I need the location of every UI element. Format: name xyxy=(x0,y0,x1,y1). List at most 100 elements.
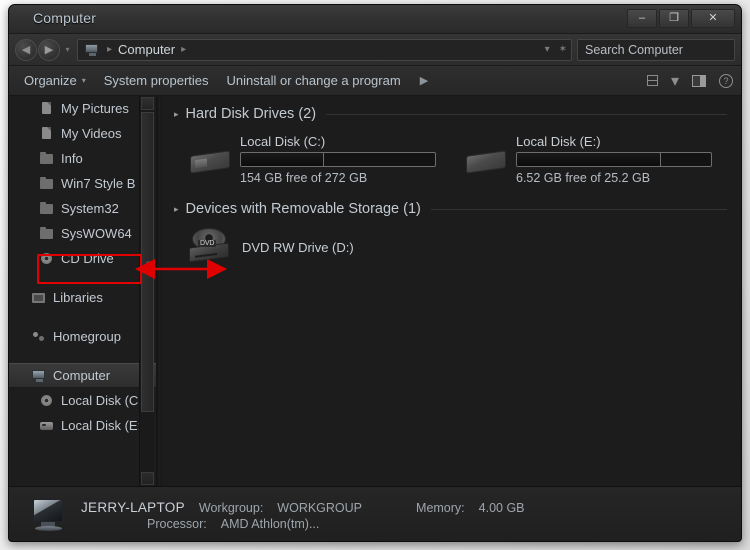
history-dropdown-icon[interactable]: ▾ xyxy=(61,39,74,61)
sidebar-item-label: Computer xyxy=(53,368,111,383)
window-title: Computer xyxy=(33,10,97,26)
sidebar-item-libraries[interactable]: Libraries xyxy=(9,285,156,310)
scroll-up-button[interactable] xyxy=(141,97,154,110)
folder-icon xyxy=(39,176,55,191)
sidebar-item-computer[interactable]: Computer xyxy=(9,363,156,388)
organize-label: Organize xyxy=(24,73,77,88)
command-toolbar: Organize ▾ System properties Uninstall o… xyxy=(9,66,741,96)
sidebar-item-label: SysWOW64 xyxy=(61,226,132,241)
sidebar-item-my-videos[interactable]: My Videos xyxy=(9,121,156,146)
processor-value: AMD Athlon(tm)... xyxy=(220,517,320,531)
drive-icon xyxy=(39,418,55,433)
chevron-down-icon[interactable]: ▾ xyxy=(545,44,550,55)
processor-label: Processor: xyxy=(147,517,207,531)
sidebar-item-label: System32 xyxy=(61,201,119,216)
drive-info: Local Disk (E:) 6.52 GB free of 25.2 GB xyxy=(510,131,712,185)
system-properties-button[interactable]: System properties xyxy=(95,70,218,91)
help-icon[interactable]: ? xyxy=(719,73,733,88)
content-pane: ▸ Hard Disk Drives (2) Local Disk (C:) 1… xyxy=(162,96,741,486)
navigation-scrollbar[interactable] xyxy=(139,96,154,486)
group-header-removable-storage[interactable]: ▸ Devices with Removable Storage (1) xyxy=(162,185,741,220)
breadcrumb-computer[interactable]: Computer xyxy=(116,42,177,57)
maximize-button[interactable]: ❐ xyxy=(659,9,689,28)
change-view-icon[interactable] xyxy=(646,75,658,86)
breadcrumb-bar[interactable]: ▸ Computer ▸ ▾ ✶ xyxy=(77,38,572,61)
scrollbar-thumb[interactable] xyxy=(141,112,154,412)
workgroup-label: Workgroup: xyxy=(198,501,264,515)
sidebar-item-label: Libraries xyxy=(53,290,103,305)
cd-icon xyxy=(39,393,55,408)
window-body: My Pictures My Videos Info Win7 Style B Syst… xyxy=(9,96,741,486)
scroll-down-button[interactable] xyxy=(141,472,154,485)
doc-icon xyxy=(39,101,55,116)
dvd-drive-icon: DVD xyxy=(186,226,234,268)
sidebar-item-label: Info xyxy=(61,151,83,166)
sidebar-item-label: Local Disk (E: xyxy=(61,418,142,433)
navigation-pane: My Pictures My Videos Info Win7 Style B Syst… xyxy=(9,96,157,486)
drive-item-e[interactable]: Local Disk (E:) 6.52 GB free of 25.2 GB xyxy=(462,131,738,185)
group-title: Devices with Removable Storage (1) xyxy=(185,201,421,217)
hard-disk-icon xyxy=(186,143,234,185)
sidebar-item-win7-style-b[interactable]: Win7 Style B xyxy=(9,171,156,196)
search-box[interactable]: ⚲ xyxy=(577,38,741,61)
search-input[interactable] xyxy=(583,41,741,58)
breadcrumb-separator[interactable]: ▸ xyxy=(177,44,190,55)
home-icon xyxy=(31,329,47,344)
sidebar-item-label: CD Drive xyxy=(61,251,114,266)
sidebar-item-syswow64[interactable]: SysWOW64 xyxy=(9,221,156,246)
toolbar-right-icons: ▾ ? xyxy=(646,71,733,91)
drive-free-space: 154 GB free of 272 GB xyxy=(240,171,368,185)
toolbar-overflow-icon[interactable]: ▶ xyxy=(410,71,438,90)
sidebar-item-label: Homegroup xyxy=(53,329,121,344)
group-title: Hard Disk Drives (2) xyxy=(185,106,317,122)
folder-icon xyxy=(39,201,55,216)
system-properties-label: System properties xyxy=(103,73,209,88)
uninstall-label: Uninstall or change a program xyxy=(226,73,401,88)
workgroup-value: WORKGROUP xyxy=(277,501,363,515)
sidebar-item-label: Win7 Style B xyxy=(61,176,136,191)
address-bar-row: ◀ ▶ ▾ ▸ Computer ▸ ▾ ✶ ⚲ xyxy=(9,34,741,66)
organize-button[interactable]: Organize ▾ xyxy=(15,70,95,91)
memory-label: Memory: xyxy=(416,501,465,515)
details-pane: JERRY-LAPTOP Workgroup: WORKGROUP Memory… xyxy=(9,486,741,541)
drive-usage-bar xyxy=(240,152,436,167)
back-button[interactable]: ◀ xyxy=(15,38,37,61)
machine-name: JERRY-LAPTOP xyxy=(81,500,185,515)
hard-disk-drive-list: Local Disk (C:) 154 GB free of 272 GB Lo… xyxy=(162,125,741,185)
group-divider xyxy=(326,113,727,115)
sidebar-item-label: My Pictures xyxy=(61,101,129,116)
device-name[interactable]: DVD RW Drive (D:) xyxy=(234,240,354,255)
preview-pane-icon[interactable] xyxy=(692,74,706,87)
close-button[interactable]: ✕ xyxy=(691,9,735,28)
chevron-down-icon[interactable]: ▾ xyxy=(671,71,679,91)
sidebar-item-label: My Videos xyxy=(61,126,122,141)
sidebar-item-info[interactable]: Info xyxy=(9,146,156,171)
sidebar-item-my-pictures[interactable]: My Pictures xyxy=(9,96,156,121)
chevron-right-icon[interactable]: ▸ xyxy=(174,204,179,215)
drive-name: Local Disk (E:) xyxy=(516,134,601,149)
title-bar[interactable]: Computer – ❐ ✕ xyxy=(9,5,741,34)
minimize-button[interactable]: – xyxy=(627,9,657,28)
sidebar-item-system32[interactable]: System32 xyxy=(9,196,156,221)
window-controls: – ❐ ✕ xyxy=(627,9,735,28)
drive-item-c[interactable]: Local Disk (C:) 154 GB free of 272 GB xyxy=(186,131,462,185)
breadcrumb-separator-root: ▸ xyxy=(107,44,113,55)
details-text: JERRY-LAPTOP Workgroup: WORKGROUP Memory… xyxy=(73,500,525,531)
breadcrumb-actions: ▾ ✶ xyxy=(545,44,567,55)
help-glyph: ? xyxy=(719,73,733,88)
refresh-icon[interactable]: ✶ xyxy=(559,44,567,55)
removable-device-list: DVD DVD RW Drive (D:) xyxy=(162,220,741,268)
sidebar-item-local-disk-c[interactable]: Local Disk (C xyxy=(9,388,156,413)
uninstall-or-change-program-button[interactable]: Uninstall or change a program xyxy=(218,70,410,91)
navigation-list: My Pictures My Videos Info Win7 Style B Syst… xyxy=(9,96,156,438)
sidebar-item-local-disk-e[interactable]: Local Disk (E: xyxy=(9,413,156,438)
group-divider xyxy=(430,208,727,210)
sidebar-item-cd-drive[interactable]: CD Drive xyxy=(9,246,156,271)
chevron-right-icon[interactable]: ▸ xyxy=(174,109,179,120)
group-header-hard-disk-drives[interactable]: ▸ Hard Disk Drives (2) xyxy=(162,96,741,125)
forward-button[interactable]: ▶ xyxy=(38,38,60,61)
computer-icon xyxy=(84,43,100,57)
sidebar-item-homegroup[interactable]: Homegroup xyxy=(9,324,156,349)
